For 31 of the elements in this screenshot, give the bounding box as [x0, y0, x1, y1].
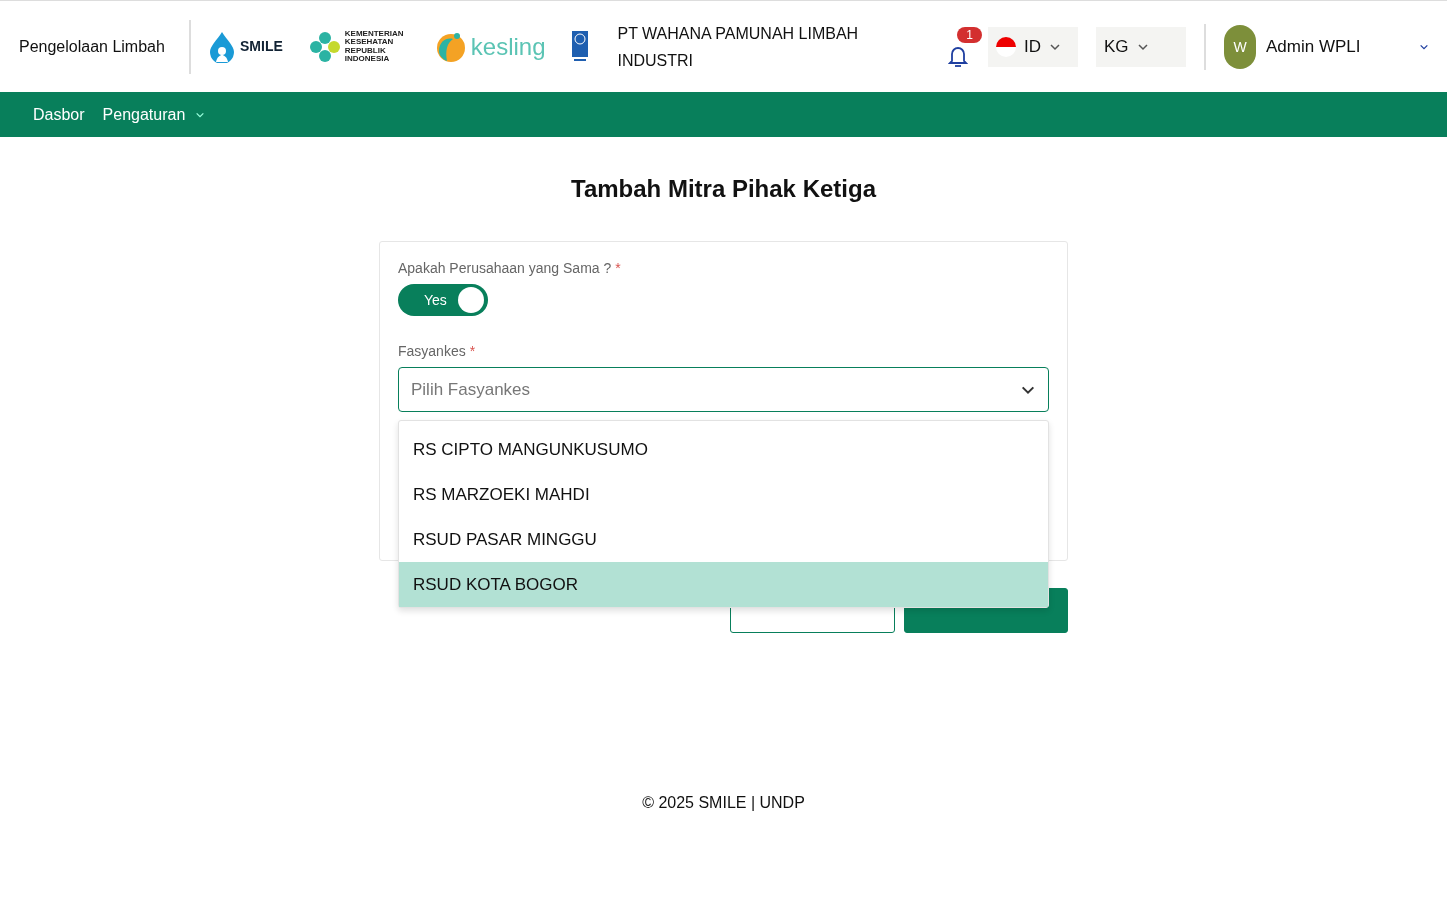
user-menu[interactable]: W Admin WPLI	[1224, 24, 1429, 69]
dropdown-option[interactable]: RSUD PASAR MINGGU	[399, 517, 1048, 562]
flag-icon	[996, 36, 1016, 57]
select-field[interactable]: Pilih Fasyankes	[398, 367, 1049, 412]
language-select[interactable]: ID	[988, 26, 1078, 67]
globe-emblem-icon	[571, 30, 588, 63]
notification-badge: 1	[957, 26, 982, 43]
dropdown-option[interactable]: RS CIPTO MANGUNKUSUMO	[399, 427, 1048, 472]
company-name: PT WAHANA PAMUNAH LIMBAH INDUSTRI	[617, 23, 860, 71]
required-mark: *	[469, 343, 476, 359]
avatar: W	[1224, 24, 1256, 69]
nav-link[interactable]: Dasbor	[33, 105, 85, 124]
field-label: Fasyankes *	[398, 343, 477, 359]
dropdown-option[interactable]: RS MARZOEKI MAHDI	[399, 472, 1048, 517]
nav-link[interactable]: Pengaturan	[102, 105, 206, 124]
flower-icon	[308, 30, 341, 63]
unit-select[interactable]: KG	[1096, 26, 1186, 67]
dropdown-option[interactable]: RSUD KOTA BOGOR	[399, 562, 1048, 607]
logo-text: SMILE	[240, 39, 283, 54]
page-title: Tambah Mitra Pihak Ketiga	[571, 175, 876, 203]
toggle-switch[interactable]: Yes	[398, 284, 488, 316]
leaf-icon	[434, 30, 467, 63]
water-drop-icon	[208, 30, 236, 63]
footer-text: © 2025 SMILE | UNDP	[641, 794, 806, 813]
field-label: Apakah Perusahaan yang Sama ? *	[398, 260, 622, 276]
bell-icon	[948, 44, 968, 67]
app-title: Pengelolaan Limbah	[19, 37, 166, 57]
logo-text: KEMENTERIAN KESEHATAN REPUBLIK INDONESIA	[344, 29, 405, 64]
logo-text: kesling	[470, 33, 546, 60]
required-mark: *	[615, 260, 621, 276]
notification-button[interactable]: 1	[948, 26, 982, 67]
